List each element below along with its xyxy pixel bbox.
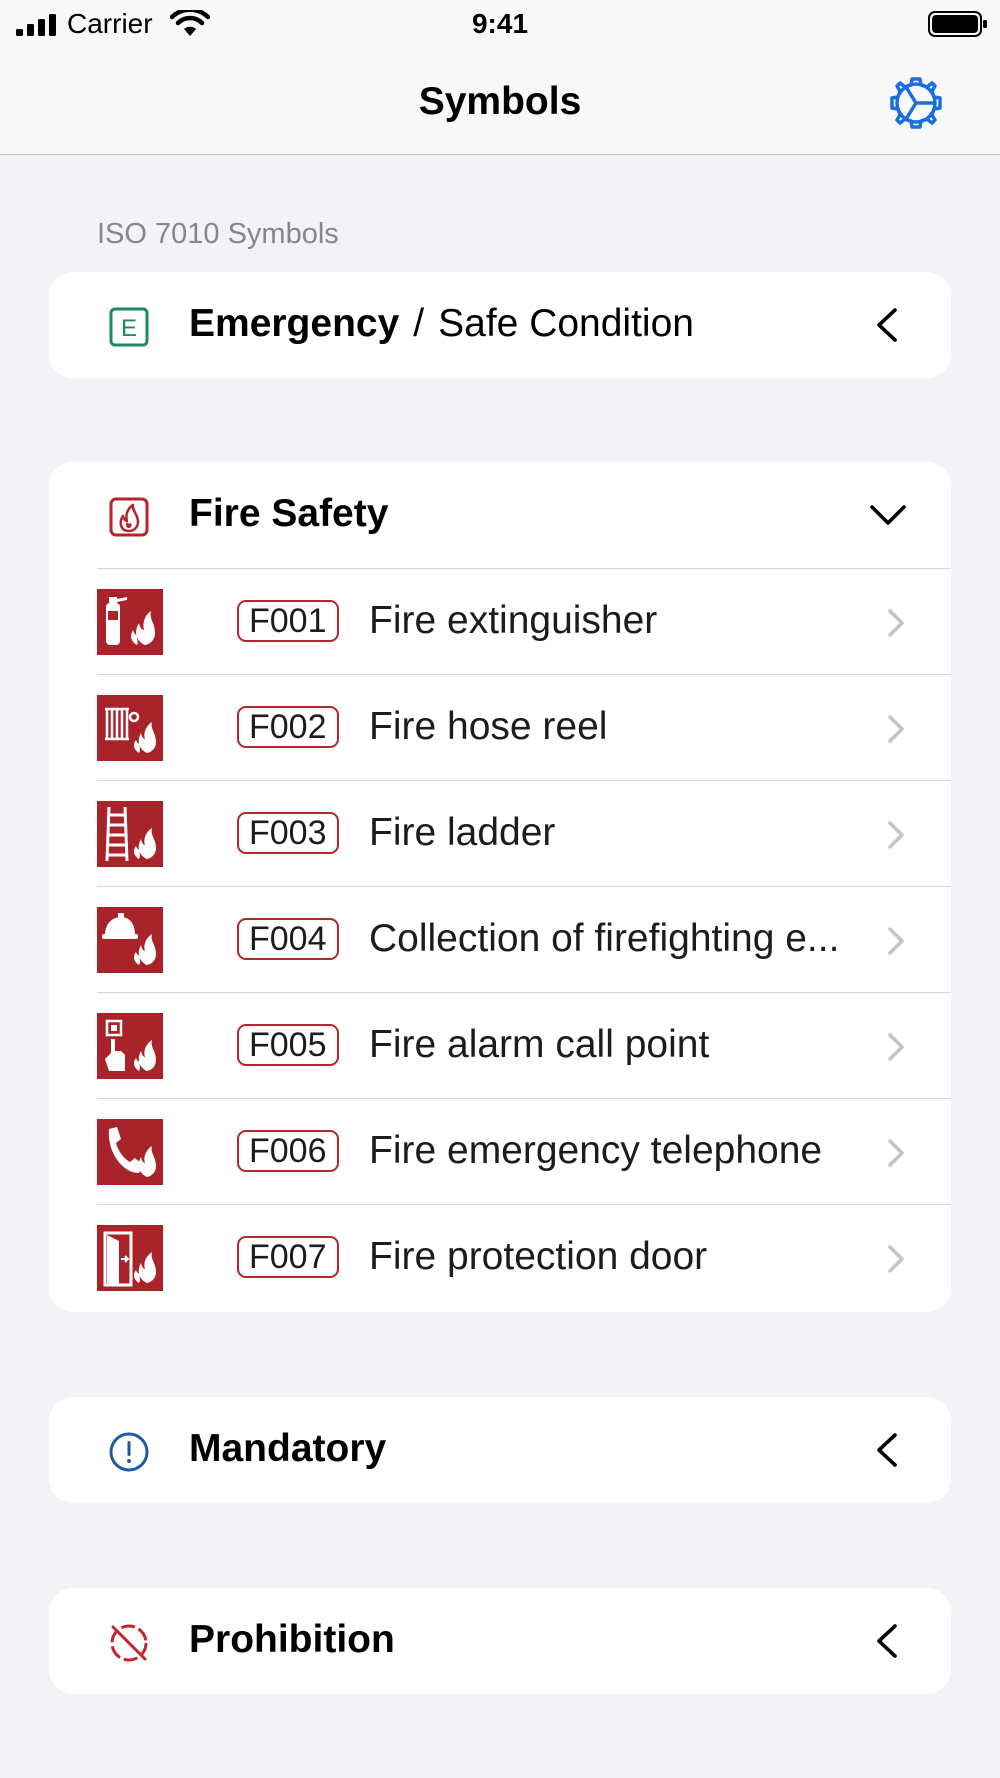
item-label: Fire alarm call point <box>369 1023 710 1066</box>
chevron-right-icon <box>881 1135 911 1171</box>
fire-safety-icon <box>107 495 151 539</box>
item-code-badge: F006 <box>237 1130 339 1172</box>
chevron-right-icon <box>881 817 911 853</box>
list-item-f007[interactable]: F007 Fire protection door <box>97 1204 951 1310</box>
item-code-badge: F004 <box>237 918 339 960</box>
emergency-icon: E <box>107 305 151 349</box>
item-label: Fire ladder <box>369 811 556 854</box>
gear-icon <box>890 77 942 129</box>
group-fire-title: Fire Safety <box>189 492 389 535</box>
battery-icon <box>928 11 987 37</box>
chevron-right-icon <box>881 923 911 959</box>
chevron-right-icon <box>881 605 911 641</box>
chevron-left-icon[interactable] <box>867 1620 909 1662</box>
chevron-down-icon[interactable] <box>867 494 909 536</box>
list-item-f005[interactable]: F005 Fire alarm call point <box>97 992 951 1098</box>
fire-door-icon <box>97 1225 163 1291</box>
item-label: Fire protection door <box>369 1235 708 1278</box>
group-mandatory-title: Mandatory <box>189 1427 387 1470</box>
item-label: Fire hose reel <box>369 705 608 748</box>
fire-alarm-call-point-icon <box>97 1013 163 1079</box>
chevron-left-icon[interactable] <box>867 304 909 346</box>
group-emergency-row[interactable]: E Emergency / Safe Condition <box>49 272 951 378</box>
page-title: Symbols <box>418 80 582 123</box>
emergency-title: Emergency <box>189 302 400 345</box>
chevron-left-icon[interactable] <box>867 1429 909 1471</box>
group-emergency-title: Emergency / Safe Condition <box>189 302 694 346</box>
group-fire-safety[interactable]: Fire Safety F001 Fire extinguisher F002 … <box>49 462 951 1312</box>
status-bar: Carrier 9:41 <box>0 0 1000 50</box>
item-label: Fire extinguisher <box>369 599 658 642</box>
item-label: Fire emergency telephone <box>369 1129 823 1172</box>
firefighting-equipment-icon <box>97 907 163 973</box>
settings-button[interactable] <box>886 73 946 133</box>
group-prohibition-title: Prohibition <box>189 1618 395 1661</box>
status-time: 9:41 <box>471 8 529 39</box>
group-prohibition[interactable]: Prohibition <box>49 1588 951 1694</box>
prohibition-icon <box>107 1621 151 1665</box>
group-mandatory[interactable]: Mandatory <box>49 1397 951 1503</box>
list-item-f003[interactable]: F003 Fire ladder <box>97 780 951 886</box>
fire-hose-reel-icon <box>97 695 163 761</box>
emergency-subtitle: Safe Condition <box>438 302 694 345</box>
item-code-badge: F007 <box>237 1236 339 1278</box>
item-code-badge: F005 <box>237 1024 339 1066</box>
group-fire-row[interactable]: Fire Safety <box>49 462 951 568</box>
group-emergency[interactable]: E Emergency / Safe Condition <box>49 272 951 378</box>
chevron-right-icon <box>881 1241 911 1277</box>
list-item-f006[interactable]: F006 Fire emergency telephone <box>97 1098 951 1204</box>
item-label: Collection of firefighting e... <box>369 917 840 960</box>
list-item-f004[interactable]: F004 Collection of firefighting e... <box>97 886 951 992</box>
exclamation-circle-icon <box>107 1430 151 1474</box>
section-header: ISO 7010 Symbols <box>97 218 339 250</box>
fire-extinguisher-icon <box>97 589 163 655</box>
fire-telephone-icon <box>97 1119 163 1185</box>
chevron-right-icon <box>881 711 911 747</box>
group-prohibition-row[interactable]: Prohibition <box>49 1588 951 1694</box>
item-code-badge: F002 <box>237 706 339 748</box>
chevron-right-icon <box>881 1029 911 1065</box>
list-item-f001[interactable]: F001 Fire extinguisher <box>97 568 951 674</box>
item-code-badge: F001 <box>237 600 339 642</box>
navigation-bar: Symbols <box>0 50 1000 155</box>
item-code-badge: F003 <box>237 812 339 854</box>
svg-text:E: E <box>121 315 137 342</box>
fire-ladder-icon <box>97 801 163 867</box>
title-separator: / <box>413 302 425 345</box>
group-mandatory-row[interactable]: Mandatory <box>49 1397 951 1503</box>
list-item-f002[interactable]: F002 Fire hose reel <box>97 674 951 780</box>
